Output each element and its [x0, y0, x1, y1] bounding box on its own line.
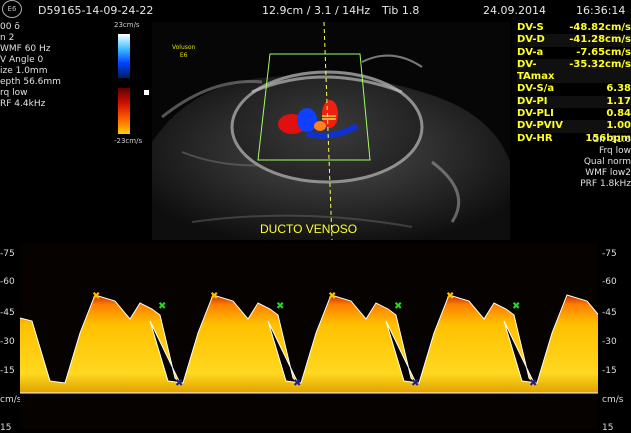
- scale-tick-label: -15: [602, 366, 617, 376]
- scale-tick-label: -75: [0, 249, 15, 259]
- measurement-name: DV-PVIV: [517, 120, 563, 132]
- color-velocity-scale: 23cm/s -23cm/s: [114, 21, 142, 145]
- caliper-d-icon: ✖: [158, 301, 166, 312]
- ge-logo-icon: E6: [2, 0, 22, 18]
- measurement-row: DV-S -48.82cm/s: [517, 22, 631, 34]
- measurement-row: DV-S/a 6.38: [517, 83, 631, 95]
- voluson-logo-line2: E6: [179, 52, 188, 59]
- doppler-waveform: ✖ ✖ ✖ ✖ ✖ ✖ ✖ ✖ ✖ ✖ ✖ ✖: [20, 291, 598, 394]
- measurement-row: DV-TAmax -35.32cm/s: [517, 58, 631, 84]
- measurement-row: DV-PI 1.17: [517, 95, 631, 109]
- measurement-name: DV-S: [517, 22, 544, 33]
- measurement-panel: DV-S -48.82cm/s DV-D -41.28cm/s DV-a -7.65cm/…: [517, 22, 631, 145]
- ge-logo-text: E6: [7, 5, 17, 13]
- color-scale-bottom-label: -23cm/s: [114, 137, 143, 145]
- measurement-row: DV-PLI 0.84: [517, 108, 631, 120]
- caliper-a-icon: ✖: [411, 378, 419, 389]
- caliper-s-icon: ✖: [446, 291, 454, 302]
- scale-tick-label: -30: [602, 337, 617, 347]
- left-param: 00 õ: [0, 22, 20, 32]
- scale-tick-label: cm/s: [0, 395, 22, 405]
- left-param: n 2: [0, 33, 15, 43]
- measurement-value: 6.38: [606, 83, 631, 95]
- measurement-value: -35.32cm/s: [569, 58, 631, 70]
- spectrum-scale-right: -75 -60 -45 -30 -15 cm/s 15: [600, 243, 631, 433]
- left-parameters: 00 õ n 2 WMF 60 Hz V Angle 0 ize 1.0mm e…: [0, 22, 110, 110]
- bmode-image: [152, 22, 510, 240]
- scale-tick-label: -60: [602, 277, 617, 287]
- exam-time: 16:36:14: [576, 4, 626, 17]
- left-param: ize 1.0mm: [0, 66, 48, 76]
- right-parameters: Gn -11.6 Frq low Qual norm WMF low2 PRF …: [558, 135, 631, 190]
- right-param: Gn -11.6: [592, 135, 631, 145]
- ultrasound-image: Voluson E6 DUCTO VENOSO: [152, 22, 510, 240]
- scale-tick-label: -15: [0, 366, 15, 376]
- caliper-s-icon: ✖: [210, 291, 218, 302]
- image-label: DUCTO VENOSO: [260, 222, 358, 236]
- probe-info: 12.9cm / 3.1 / 14Hz: [262, 4, 371, 17]
- left-param: V Angle 0: [0, 55, 44, 65]
- left-param: rq low: [0, 88, 28, 98]
- measurement-value: 1.17: [606, 95, 631, 107]
- scale-tick-label: -75: [602, 249, 617, 259]
- measurement-row: DV-D -41.28cm/s: [517, 34, 631, 47]
- left-param: RF 4.4kHz: [0, 99, 46, 109]
- voluson-logo: Voluson E6: [172, 44, 195, 60]
- caliper-a-icon: ✖: [293, 378, 301, 389]
- measurement-value: -41.28cm/s: [569, 34, 631, 46]
- caliper-d-icon: ✖: [394, 301, 402, 312]
- spectrum-scale-left: -75 -60 -45 -30 -15 cm/s 15: [0, 243, 22, 433]
- caliper-a-icon: ✖: [529, 378, 537, 389]
- right-param: WMF low2: [585, 168, 631, 178]
- color-scale-negative: [118, 88, 130, 134]
- measurement-name: DV-a: [517, 46, 544, 58]
- right-param: Frq low: [598, 146, 631, 156]
- left-param: epth 56.6mm: [0, 77, 61, 87]
- scale-tick-label: 15: [602, 423, 614, 433]
- measurement-row: DV-a -7.65cm/s: [517, 47, 631, 59]
- scale-tick-label: -60: [0, 277, 15, 287]
- measurement-value: -7.65cm/s: [576, 46, 631, 58]
- right-param: PRF 1.8kHz: [580, 179, 631, 189]
- measurement-name: DV-PI: [517, 95, 548, 107]
- measurement-value: 1.00: [606, 120, 631, 132]
- tib-value: Tib 1.8: [382, 4, 420, 17]
- measurement-name: DV-TAmax: [517, 58, 555, 83]
- header-bar: E6 D59165-14-09-24-22 12.9cm / 3.1 / 14H…: [0, 0, 631, 22]
- scale-tick-label: cm/s: [602, 395, 624, 405]
- caliper-d-icon: ✖: [512, 301, 520, 312]
- measurement-name: DV-HR: [517, 132, 553, 144]
- measurement-row: DV-PVIV 1.00: [517, 120, 631, 133]
- scale-tick-label: -45: [602, 308, 617, 318]
- exam-date: 24.09.2014: [483, 4, 546, 17]
- caliper-a-icon: ✖: [175, 378, 183, 389]
- measurement-value: -48.82cm/s: [569, 22, 631, 33]
- caliper-s-icon: ✖: [92, 291, 100, 302]
- measurement-value: 0.84: [606, 108, 631, 120]
- caliper-s-icon: ✖: [328, 291, 336, 302]
- caliper-d-icon: ✖: [276, 301, 284, 312]
- color-scale-top-label: 23cm/s: [114, 21, 140, 29]
- voluson-logo-line1: Voluson: [172, 44, 196, 51]
- color-scale-positive: [118, 34, 130, 78]
- scale-tick-label: -30: [0, 337, 15, 347]
- scale-tick-label: 15: [0, 423, 12, 433]
- scale-marker-icon: [144, 90, 149, 95]
- patient-id: D59165-14-09-24-22: [38, 4, 154, 17]
- measurement-name: DV-S/a: [517, 83, 555, 95]
- left-param: WMF 60 Hz: [0, 44, 51, 54]
- right-param: Qual norm: [583, 157, 631, 167]
- doppler-spectrum: ✖ ✖ ✖ ✖ ✖ ✖ ✖ ✖ ✖ ✖ ✖ ✖: [20, 243, 598, 429]
- measurement-name: DV-D: [517, 34, 545, 46]
- scale-tick-label: -45: [0, 308, 15, 318]
- measurement-name: DV-PLI: [517, 108, 554, 120]
